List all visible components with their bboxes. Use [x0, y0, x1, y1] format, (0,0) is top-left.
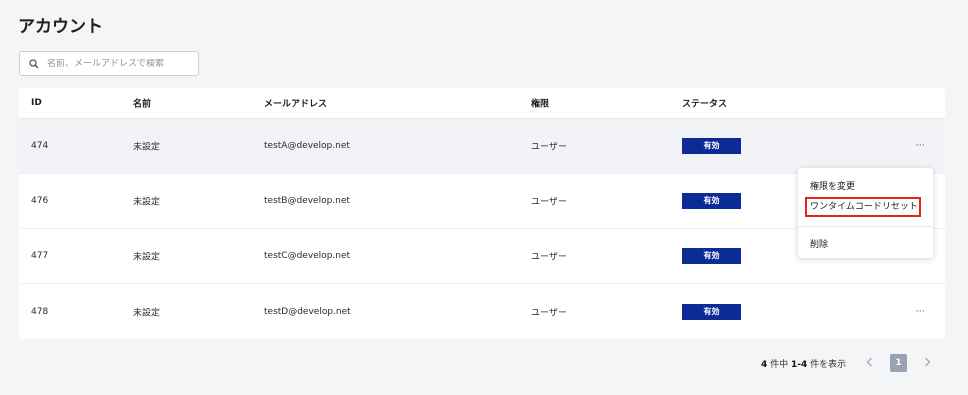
page-button-current[interactable]: 1 [890, 354, 907, 372]
menu-item-reset-otp[interactable]: ワンタイムコードリセット [805, 197, 921, 217]
cell-role: ユーザー [531, 142, 567, 153]
more-options-button[interactable]: ··· [915, 306, 925, 317]
pagination-total: 4 [761, 360, 768, 370]
pagination: 4 件中 1-4 件を表示 1 [0, 353, 968, 373]
cell-email: testC@develop.net [264, 251, 351, 261]
header-email: メールアドレス [264, 99, 328, 110]
chevron-right-icon[interactable] [921, 355, 933, 369]
menu-item-delete[interactable]: 削除 [810, 237, 828, 250]
header-role: 権限 [531, 99, 550, 110]
pagination-range-suffix: 件を表示 [810, 360, 847, 370]
header-name: 名前 [133, 99, 152, 110]
status-badge: 有効 [682, 248, 741, 264]
chevron-left-icon[interactable] [863, 355, 875, 369]
cell-id: 478 [31, 306, 49, 317]
header-id: ID [31, 98, 42, 108]
cell-id: 476 [31, 196, 49, 206]
cell-role: ユーザー [531, 197, 567, 208]
table-row[interactable]: 474 未設定 testA@develop.net ユーザー 有効 ··· [19, 119, 945, 174]
header-status: ステータス [682, 99, 728, 110]
cell-role: ユーザー [531, 252, 567, 263]
more-options-button[interactable]: ··· [915, 141, 925, 152]
table-header: ID 名前 メールアドレス 権限 ステータス [19, 88, 945, 119]
status-badge: 有効 [682, 138, 741, 154]
pagination-summary: 4 件中 1-4 件を表示 [761, 357, 846, 370]
cell-email: testA@develop.net [264, 141, 350, 151]
search-input[interactable] [47, 58, 197, 69]
row-context-menu: 権限を変更 ワンタイムコードリセット 削除 [798, 168, 933, 258]
menu-divider [798, 226, 933, 227]
cell-email: testD@develop.net [264, 306, 351, 317]
status-badge: 有効 [682, 303, 741, 320]
status-badge: 有効 [682, 193, 741, 209]
pagination-total-suffix: 件中 [770, 360, 789, 370]
cell-name: 未設定 [133, 308, 161, 318]
cell-name: 未設定 [133, 197, 161, 208]
search-box[interactable] [19, 51, 199, 76]
cell-role: ユーザー [531, 308, 567, 318]
cell-id: 477 [31, 251, 49, 261]
page-title: アカウント [18, 17, 103, 37]
pagination-range: 1-4 [791, 360, 808, 370]
search-icon [29, 58, 41, 70]
table-row[interactable]: 478 未設定 testD@develop.net ユーザー 有効 ··· [19, 284, 945, 339]
cell-name: 未設定 [133, 142, 161, 153]
cell-name: 未設定 [133, 252, 161, 263]
cell-email: testB@develop.net [264, 196, 350, 206]
cell-id: 474 [31, 141, 49, 151]
menu-item-change-role[interactable]: 権限を変更 [810, 179, 855, 192]
